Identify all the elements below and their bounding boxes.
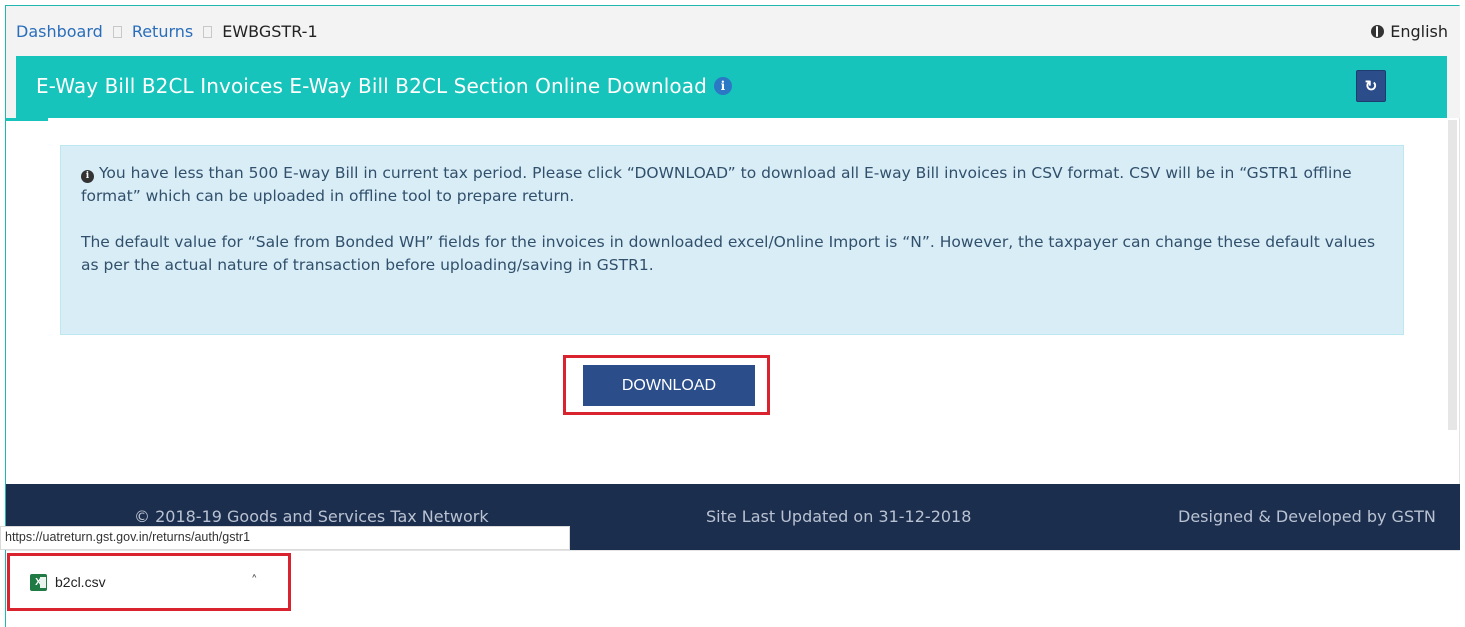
vertical-scrollbar[interactable] [1448,120,1457,430]
footer-updated: Site Last Updated on 31-12-2018 [706,507,972,526]
breadcrumb-returns[interactable]: Returns [132,22,193,41]
info-paragraph-2: The default value for “Sale from Bonded … [81,233,1376,274]
page-title-wrap: E-Way Bill B2CL Invoices E-Way Bill B2CL… [36,74,732,98]
page-title: E-Way Bill B2CL Invoices E-Way Bill B2CL… [36,74,707,98]
section-header: E-Way Bill B2CL Invoices E-Way Bill B2CL… [16,56,1447,118]
breadcrumb-separator-icon [203,25,213,38]
footer-designed: Designed & Developed by GSTN [1178,507,1436,526]
info-circle-icon: i [81,170,94,183]
language-label: English [1390,22,1448,41]
breadcrumb-separator-icon [112,25,122,38]
breadcrumb-current: EWBGSTR-1 [222,22,318,41]
download-file-name[interactable]: b2cl.csv [55,574,106,590]
download-item-highlight [7,553,291,611]
info-text-1: You have less than 500 E-way Bill in cur… [81,164,1352,205]
excel-file-icon: X [30,574,47,591]
refresh-button[interactable]: ↻ [1356,70,1386,102]
header-accent [6,118,48,121]
breadcrumb: Dashboard Returns EWBGSTR-1 [16,22,318,41]
footer-copyright: © 2018-19 Goods and Services Tax Network [134,507,489,526]
globe-icon [1371,25,1385,38]
info-paragraph-1: i You have less than 500 E-way Bill in cu… [81,162,1383,208]
language-selector[interactable]: English [1371,22,1448,41]
info-alert: i You have less than 500 E-way Bill in cu… [60,145,1404,335]
download-button[interactable]: DOWNLOAD [583,365,755,406]
refresh-icon: ↻ [1364,78,1378,95]
breadcrumb-dashboard[interactable]: Dashboard [16,22,103,41]
status-bar-url: https://uatreturn.gst.gov.in/returns/aut… [0,526,570,550]
chevron-up-icon[interactable]: ˄ [251,574,258,589]
info-icon[interactable]: i [713,77,732,95]
